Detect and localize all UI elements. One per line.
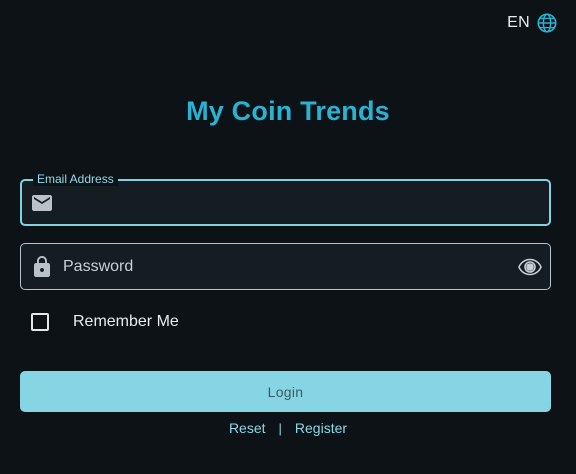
eye-icon[interactable] [518, 255, 542, 279]
password-input[interactable] [63, 244, 503, 289]
mail-icon [32, 194, 52, 211]
email-field[interactable]: Email Address [20, 172, 551, 226]
register-link[interactable]: Register [295, 420, 347, 436]
footer-links: Reset | Register [0, 420, 576, 436]
lock-icon [34, 255, 50, 277]
language-label: EN [507, 14, 530, 31]
remember-me-checkbox[interactable] [31, 313, 49, 331]
app-title: My Coin Trends [186, 96, 390, 126]
language-selector[interactable]: EN [507, 12, 558, 34]
email-input[interactable] [64, 181, 504, 224]
remember-me-label: Remember Me [73, 313, 179, 330]
remember-me[interactable]: Remember Me [31, 313, 179, 331]
login-button[interactable]: Login [20, 371, 551, 412]
reset-link[interactable]: Reset [229, 420, 266, 436]
globe-icon [537, 13, 557, 33]
password-field[interactable] [20, 243, 551, 290]
link-separator: | [278, 420, 282, 436]
login-page: EN My Coin Trends Email Address Remember… [0, 0, 576, 474]
